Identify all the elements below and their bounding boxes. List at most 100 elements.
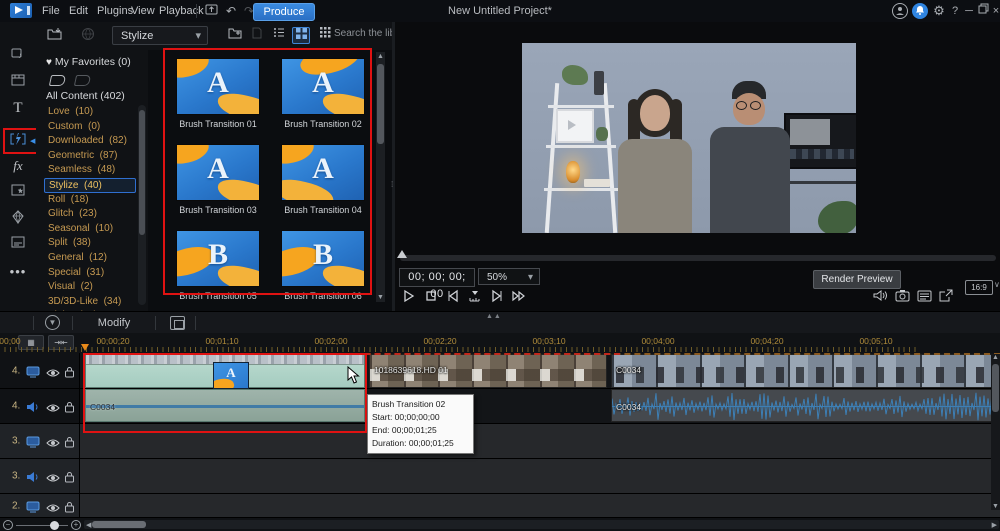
zoom-slider[interactable] <box>16 525 68 526</box>
more-rooms-icon[interactable]: ••• <box>8 262 28 282</box>
category-item-stylize[interactable]: Stylize (40) <box>44 178 136 193</box>
download-content-icon[interactable] <box>78 27 98 45</box>
lock-icon[interactable] <box>64 500 78 512</box>
import-media-icon[interactable] <box>44 27 64 45</box>
category-item-general[interactable]: General (12) <box>44 251 148 266</box>
undo-icon[interactable]: ↶ <box>222 3 240 19</box>
aspect-ratio-chip[interactable]: 16:9 <box>965 280 993 295</box>
audio-track-icon[interactable] <box>26 400 40 412</box>
search-input[interactable]: Search the libra <box>334 28 394 39</box>
render-preview-button[interactable]: Render Preview <box>813 270 901 289</box>
particle-room-icon[interactable] <box>8 208 28 228</box>
eye-icon[interactable] <box>46 470 60 482</box>
modify-button[interactable]: Modify <box>88 312 140 334</box>
pip-objects-room-icon[interactable] <box>8 182 28 202</box>
empty-track-area[interactable] <box>80 459 1000 493</box>
audio-clip-c0034-segment2[interactable]: C0034 <box>611 389 998 422</box>
stop-button[interactable] <box>421 288 441 306</box>
track-header[interactable]: 4. <box>0 353 80 388</box>
favorites-item[interactable]: ♥ My Favorites (0) <box>46 56 131 68</box>
account-icon[interactable] <box>892 3 908 19</box>
video-overlay-room-icon[interactable] <box>8 72 28 92</box>
previous-frame-button[interactable] <box>443 288 463 306</box>
zoom-out-icon[interactable]: − <box>3 520 13 530</box>
media-info-icon[interactable] <box>917 289 935 305</box>
category-item-downloaded[interactable]: Downloaded (82) <box>44 134 148 149</box>
scroll-right-icon[interactable]: ▶ <box>992 521 997 529</box>
category-item-seasonal[interactable]: Seasonal (10) <box>44 222 148 237</box>
add-tag-icon[interactable] <box>49 75 66 86</box>
splitter-handle[interactable]: ⁞ <box>391 180 393 189</box>
library-scrollbar[interactable]: ▲ ▼ <box>376 52 385 302</box>
list-view-icon[interactable] <box>270 27 288 44</box>
category-item-glitch[interactable]: Glitch (23) <box>44 207 148 222</box>
preview-timecode[interactable]: 00; 00; 00; 00 <box>399 268 475 287</box>
scroll-up-icon[interactable]: ▲ <box>991 354 1000 361</box>
lock-icon[interactable] <box>64 400 78 412</box>
timeline-vscrollbar-thumb[interactable] <box>992 364 999 412</box>
panel-expand-arrow-icon[interactable]: ◀ <box>30 137 35 145</box>
save-project-icon[interactable] <box>202 3 220 19</box>
snapshot-camera-icon[interactable] <box>895 289 913 305</box>
zoom-slider-handle[interactable] <box>50 521 59 530</box>
preview-zoom-dropdown[interactable]: 50% <box>478 268 540 285</box>
track-header[interactable]: 2. <box>0 494 80 517</box>
seekbar-playhead[interactable] <box>397 250 407 258</box>
category-item-custom[interactable]: Custom (0) <box>44 120 148 135</box>
thumbnail-size-icon[interactable] <box>316 27 334 44</box>
duplicate-icon[interactable] <box>170 316 185 330</box>
play-button[interactable] <box>399 288 419 306</box>
scroll-left-icon[interactable]: ◀ <box>86 521 91 529</box>
category-item-geometric[interactable]: Geometric (87) <box>44 149 148 164</box>
undock-preview-icon[interactable] <box>939 289 957 305</box>
category-item-split[interactable]: Split (38) <box>44 236 148 251</box>
video-track-icon[interactable] <box>26 500 40 512</box>
track-header[interactable]: 3. <box>0 459 80 493</box>
track-header[interactable]: 4. <box>0 389 80 423</box>
eye-icon[interactable] <box>46 365 60 377</box>
category-item-visual[interactable]: Visual (2) <box>44 280 148 295</box>
eye-icon[interactable] <box>46 400 60 412</box>
lock-icon[interactable] <box>64 470 78 482</box>
empty-track-area[interactable] <box>80 494 1000 517</box>
eye-icon[interactable] <box>46 500 60 512</box>
lock-icon[interactable] <box>64 365 78 377</box>
grid-view-icon[interactable] <box>292 27 310 44</box>
clip-1018639618[interactable]: 1018639618.HD 01 <box>369 354 607 388</box>
title-room-icon[interactable]: T <box>8 98 28 118</box>
produce-button[interactable]: Produce <box>253 3 315 21</box>
clip-c0034-segment2[interactable]: C0034 <box>611 354 998 388</box>
video-track-icon[interactable] <box>26 435 40 447</box>
video-track-icon[interactable] <box>26 365 40 377</box>
fast-forward-button[interactable] <box>509 288 529 306</box>
filter-flag-icon[interactable] <box>248 27 266 44</box>
track-header[interactable]: 3. <box>0 424 80 458</box>
category-item-roll[interactable]: Roll (18) <box>44 193 148 208</box>
timeline-playhead[interactable] <box>81 344 89 351</box>
category-item-love[interactable]: Love (10) <box>44 105 148 120</box>
close-icon[interactable]: × <box>988 3 1000 19</box>
library-scrollbar-thumb[interactable] <box>377 64 384 144</box>
library-filter-dropdown[interactable]: Stylize <box>112 26 208 45</box>
aspect-dropdown-arrow-icon[interactable]: ∨ <box>994 280 1000 289</box>
audio-track-icon[interactable] <box>26 470 40 482</box>
preview-seekbar[interactable] <box>400 255 996 261</box>
timeline-hscrollbar[interactable]: ◀ ▶ <box>84 520 999 529</box>
timeline-hscrollbar-thumb[interactable] <box>92 521 146 528</box>
subtitle-room-icon[interactable] <box>8 234 28 254</box>
next-frame-button[interactable] <box>487 288 507 306</box>
eye-icon[interactable] <box>46 435 60 447</box>
zoom-in-icon[interactable]: + <box>71 520 81 530</box>
category-item-seamless[interactable]: Seamless (48) <box>44 163 148 178</box>
effect-room-icon[interactable]: fx <box>8 156 28 176</box>
scroll-up-icon[interactable]: ▲ <box>376 53 385 60</box>
category-item-special[interactable]: Special (31) <box>44 266 148 281</box>
lock-icon[interactable] <box>64 435 78 447</box>
tag-icon[interactable] <box>74 75 91 86</box>
volume-icon[interactable] <box>873 289 891 305</box>
all-content-item[interactable]: All Content (402) <box>46 90 125 102</box>
notification-bell-icon[interactable] <box>912 3 928 19</box>
media-room-icon[interactable]: ♪ <box>8 44 28 64</box>
timeline-ruler[interactable]: 00;00;0000;00;2000;01;1000;02;0000;02;20… <box>0 333 920 353</box>
timeline-collapse-handle[interactable]: ▲▲ <box>486 313 502 320</box>
